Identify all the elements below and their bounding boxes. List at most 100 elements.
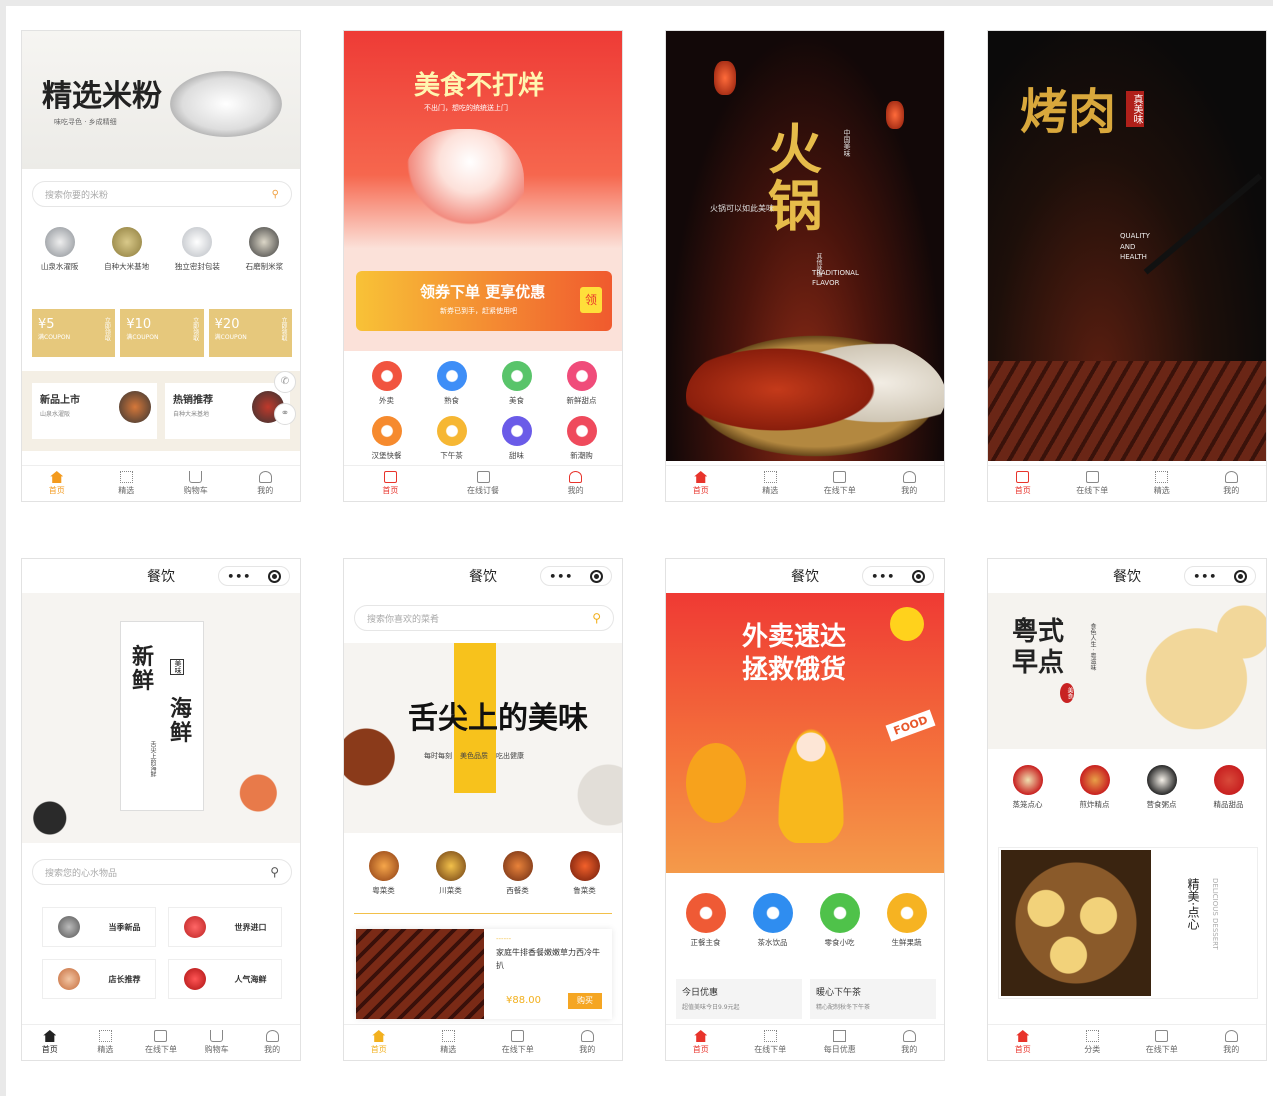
category-item[interactable]: 零食小吃 <box>819 893 860 948</box>
share-icon[interactable]: ⚭ <box>274 403 296 425</box>
tab-home[interactable]: 首页 <box>22 466 92 501</box>
tab-featured[interactable]: 精选 <box>92 466 162 501</box>
page-title: 餐饮 <box>791 569 819 585</box>
tab-home[interactable]: 首页 <box>988 1025 1058 1060</box>
capsule-menu[interactable]: ••• <box>540 566 612 586</box>
category-item[interactable]: 山泉水濯阪 <box>41 227 78 272</box>
bbq-poster: 烤肉 真美味 QUALITY AND HEALTH <box>988 31 1266 461</box>
category-item[interactable]: 熟食 <box>419 361 484 406</box>
tab-category[interactable]: 分类 <box>1058 1025 1128 1060</box>
search-input[interactable]: 搜索你喜欢的菜肴 ⚲ <box>354 605 614 631</box>
tab-home[interactable]: 首页 <box>344 1025 414 1060</box>
tab-me[interactable]: 我的 <box>1197 466 1267 501</box>
grid-icon <box>119 471 133 483</box>
user-icon <box>902 471 916 483</box>
mini-header: 餐饮 ••• <box>666 559 944 593</box>
tab-me[interactable]: 我的 <box>529 466 622 501</box>
tab-daily-deal[interactable]: 每日优惠 <box>805 1025 875 1060</box>
tab-featured[interactable]: 精选 <box>1127 466 1197 501</box>
category-item[interactable]: 美食 <box>484 361 549 406</box>
category-item[interactable]: 正餐主食 <box>685 893 726 948</box>
category-item[interactable]: 西餐类 <box>502 851 533 896</box>
category-item[interactable]: 自种大米基地 <box>104 227 149 272</box>
coupon[interactable]: ¥10 满COUPON 立即领取 <box>120 309 204 357</box>
search-icon[interactable]: ⚲ <box>272 189 279 200</box>
promo-new[interactable]: 新品上市 山泉水濯阪 <box>32 383 157 439</box>
tab-cart[interactable]: 购物车 <box>189 1025 245 1060</box>
tab-me[interactable]: 我的 <box>553 1025 623 1060</box>
product-card[interactable]: ------ 家庭牛排香餐嫩嫩草力西冷牛扒 ¥88.00 购买 <box>356 929 612 1019</box>
category-item[interactable]: 生鲜果蔬 <box>886 893 927 948</box>
tab-home[interactable]: 首页 <box>988 466 1058 501</box>
tab-cart[interactable]: 购物车 <box>161 466 231 501</box>
banner-title: 外卖速达 拯救饿货 <box>742 622 847 685</box>
category-item[interactable]: 粤菜类 <box>368 851 399 896</box>
tab-featured[interactable]: 精选 <box>736 466 806 501</box>
coupon[interactable]: ¥20 满COUPON 立即领取 <box>208 309 292 357</box>
tab-order[interactable]: 在线下单 <box>1127 1025 1197 1060</box>
category-item[interactable]: 外卖 <box>354 361 419 406</box>
tab-me[interactable]: 我的 <box>875 466 945 501</box>
category-item[interactable]: 甜味 <box>484 416 549 461</box>
category-item[interactable]: 茶水饮品 <box>752 893 793 948</box>
search-input[interactable]: 搜索你要的米粉 ⚲ <box>32 181 292 207</box>
category-item[interactable]: 煎炸精点 <box>1079 765 1110 810</box>
tab-bar: 首页 精选 购物车 我的 <box>22 465 300 501</box>
tab-featured[interactable]: 精选 <box>78 1025 134 1060</box>
category-item[interactable]: 川菜类 <box>435 851 466 896</box>
tab-home[interactable]: 首页 <box>666 466 736 501</box>
tab-order[interactable]: 在线下单 <box>805 466 875 501</box>
tab-home[interactable]: 首页 <box>666 1025 736 1060</box>
buy-button[interactable]: 购买 <box>568 993 602 1009</box>
tab-order[interactable]: 在线下单 <box>133 1025 189 1060</box>
category-item[interactable]: 营食粥点 <box>1146 765 1177 810</box>
category-item[interactable]: 汉堡快餐 <box>354 416 419 461</box>
category-grid: 正餐主食 茶水饮品 零食小吃 生鲜果蔬 <box>672 893 940 948</box>
deal-today[interactable]: 今日优惠 超值美味今日9.9元起 <box>676 979 802 1019</box>
tile[interactable]: 当季新品 <box>42 907 156 947</box>
order-icon <box>154 1030 168 1042</box>
tab-order[interactable]: 在线下单 <box>736 1025 806 1060</box>
capsule-menu[interactable]: ••• <box>218 566 290 586</box>
coupon-banner[interactable]: 领券下单 更享优惠 新券已到手，赶紧使用吧 领 <box>356 271 612 331</box>
category-item[interactable]: 新潮购 <box>549 416 614 461</box>
tab-order[interactable]: 在线订餐 <box>437 466 530 501</box>
deal-tea[interactable]: 暖心下午茶 精心配制秋冬下午茶 <box>810 979 936 1019</box>
category-item[interactable]: 精品甜品 <box>1213 765 1244 810</box>
tile[interactable]: 人气海鲜 <box>168 959 282 999</box>
tab-bar: 首页 分类 在线下单 我的 <box>988 1024 1266 1060</box>
tab-home[interactable]: 首页 <box>22 1025 78 1060</box>
category-item[interactable]: 蒸笼点心 <box>1012 765 1043 810</box>
page-title: 餐饮 <box>469 569 497 585</box>
tile[interactable]: 世界进口 <box>168 907 282 947</box>
category-grid: 外卖 熟食 美食 新鲜甜点 汉堡快餐 下午茶 甜味 新潮购 <box>354 361 614 461</box>
category-item[interactable]: 新鲜甜点 <box>549 361 614 406</box>
banner-title: 舌尖上的美味 <box>408 701 588 736</box>
coupon[interactable]: ¥5 满COUPON 立即领取 <box>32 309 116 357</box>
tab-me[interactable]: 我的 <box>1197 1025 1267 1060</box>
tab-order[interactable]: 在线下单 <box>483 1025 553 1060</box>
banner: 美食不打烊 不出门，想吃的统统送上门 领券下单 更享优惠 新券已到手，赶紧使用吧… <box>344 31 622 351</box>
promo-hot[interactable]: 热销推荐 自种大米基地 <box>165 383 290 439</box>
tab-me[interactable]: 我的 <box>875 1025 945 1060</box>
tab-me[interactable]: 我的 <box>244 1025 300 1060</box>
dimsum-image <box>1001 850 1151 996</box>
search-input[interactable]: 搜索您的心水物品 ⚲ <box>32 859 292 885</box>
tab-me[interactable]: 我的 <box>231 466 301 501</box>
tab-order[interactable]: 在线下单 <box>1058 466 1128 501</box>
tab-home[interactable]: 首页 <box>344 466 437 501</box>
capsule-menu[interactable]: ••• <box>862 566 934 586</box>
vertical-label: 中国美味 <box>843 129 851 157</box>
home-icon <box>43 1030 57 1042</box>
category-item[interactable]: 下午茶 <box>419 416 484 461</box>
close-icon <box>267 569 281 583</box>
category-item[interactable]: 独立密封包装 <box>175 227 220 272</box>
tab-bar: 首页 精选 在线下单 我的 <box>666 465 944 501</box>
tab-featured[interactable]: 精选 <box>414 1025 484 1060</box>
tile[interactable]: 店长推荐 <box>42 959 156 999</box>
category-item[interactable]: 石磨制米浆 <box>246 227 283 272</box>
phone-icon[interactable]: ✆ <box>274 371 296 393</box>
category-item[interactable]: 鲁菜类 <box>569 851 600 896</box>
featured-card[interactable]: 精美·点心 DELICIOUS DESSERT <box>998 847 1258 999</box>
capsule-menu[interactable]: ••• <box>1184 566 1256 586</box>
